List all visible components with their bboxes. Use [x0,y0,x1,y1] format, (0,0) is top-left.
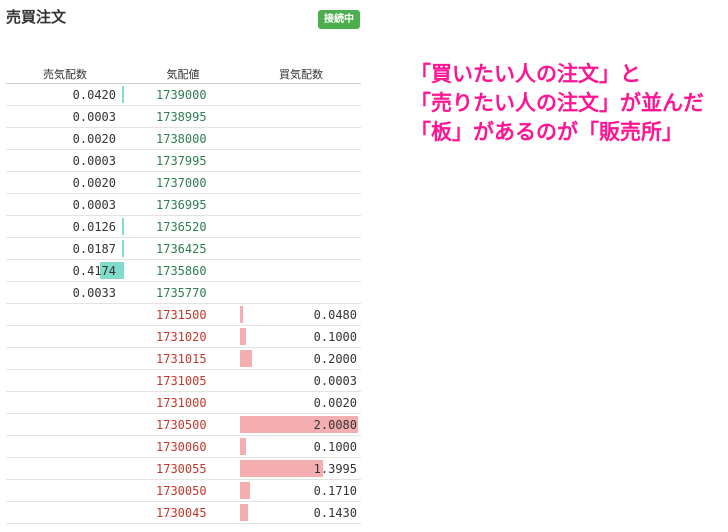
order-book-row[interactable]: 0.0126 1736520 [6,216,361,238]
price-header: 気配値 [166,68,200,81]
order-book-row[interactable]: 0.0003 1738995 [6,106,361,128]
price-level: 1730050 [156,484,207,498]
sell-depth-bar [122,86,124,103]
order-book-row[interactable]: 1731005 0.0003 [6,370,361,392]
price-level: 1737000 [156,176,207,190]
price-level: 1730055 [156,462,207,476]
annotation-text: 「買いたい人の注文」と 「売りたい人の注文」が並んだ 「板」があるのが「販売所」 [410,60,704,147]
order-book-row[interactable]: 1730055 1.3995 [6,458,361,480]
sell-depth-bar [122,218,124,235]
sell-quantity: 0.0033 [72,286,116,300]
buy-quantity: 0.1000 [313,330,357,344]
page-title: 売買注文 [6,8,67,26]
sell-quantity: 0.0003 [72,154,116,168]
buy-depth-bar [240,350,252,367]
price-level: 1737995 [156,154,207,168]
buy-quantity: 0.0003 [313,374,357,388]
sell-quantity: 0.0020 [72,176,116,190]
price-level: 1736995 [156,198,207,212]
order-book-row[interactable]: 0.0020 1737000 [6,172,361,194]
buy-depth-bar [240,306,243,323]
sell-quantity: 0.0420 [72,88,116,102]
price-level: 1730500 [156,418,207,432]
connection-status-badge: 接続中 [318,10,360,29]
price-level: 1736425 [156,242,207,256]
order-book-row[interactable]: 0.0033 1735770 [6,282,361,304]
order-book-row[interactable]: 0.0003 1737995 [6,150,361,172]
price-level: 1731020 [156,330,207,344]
order-book-row[interactable]: 1731020 0.1000 [6,326,361,348]
buy-quantity: 0.1430 [313,506,357,520]
buy-quantity: 0.1710 [313,484,357,498]
sell-depth-bar [122,240,124,257]
price-level: 1735860 [156,264,207,278]
price-level: 1730060 [156,440,207,454]
buy-quantity-header: 買気配数 [279,68,323,81]
price-level: 1736520 [156,220,207,234]
order-book-row[interactable]: 1730050 0.1710 [6,480,361,502]
price-level: 1738995 [156,110,207,124]
order-book-row[interactable]: 0.0003 1736995 [6,194,361,216]
sell-quantity: 0.4174 [72,264,116,278]
annotation-line-1: 「買いたい人の注文」と [410,62,641,86]
order-book-row[interactable]: 0.0020 1738000 [6,128,361,150]
sell-quantity: 0.0003 [72,198,116,212]
sell-quantity: 0.0003 [72,110,116,124]
annotation-line-3: 「板」があるのが「販売所」 [410,120,683,144]
order-book-row[interactable]: 0.0187 1736425 [6,238,361,260]
buy-quantity: 0.1000 [313,440,357,454]
buy-depth-bar [240,438,246,455]
buy-depth-bar [240,504,248,521]
price-level: 1739000 [156,88,207,102]
price-level: 1730045 [156,506,207,520]
buy-quantity: 0.2000 [313,352,357,366]
order-book-rows: 0.0420 1739000 0.0003 1738995 0.0020 1738000 0… [6,84,361,524]
buy-depth-bar [240,328,246,345]
order-book-row[interactable]: 1730500 2.0080 [6,414,361,436]
order-book-header: 売気配数 気配値 買気配数 [6,66,361,84]
price-level: 1731500 [156,308,207,322]
sell-quantity-header: 売気配数 [43,68,87,81]
buy-depth-bar [240,482,250,499]
price-level: 1731000 [156,396,207,410]
order-book-row[interactable]: 1731500 0.0480 [6,304,361,326]
buy-quantity: 0.0020 [313,396,357,410]
order-book-row[interactable]: 1731000 0.0020 [6,392,361,414]
order-book-row[interactable]: 0.4174 1735860 [6,260,361,282]
sell-quantity: 0.0126 [72,220,116,234]
order-book-row[interactable]: 1731015 0.2000 [6,348,361,370]
price-level: 1731015 [156,352,207,366]
annotation-line-2: 「売りたい人の注文」が並んだ [410,91,704,115]
order-book-row[interactable]: 1730060 0.1000 [6,436,361,458]
order-book-row[interactable]: 0.0420 1739000 [6,84,361,106]
buy-quantity: 0.0480 [313,308,357,322]
price-level: 1731005 [156,374,207,388]
sell-quantity: 0.0020 [72,132,116,146]
buy-depth-bar [240,460,323,477]
buy-quantity: 1.3995 [313,462,357,476]
buy-quantity: 2.0080 [313,418,357,432]
price-level: 1738000 [156,132,207,146]
order-book-row[interactable]: 1730045 0.1430 [6,502,361,524]
sell-quantity: 0.0187 [72,242,116,256]
price-level: 1735770 [156,286,207,300]
